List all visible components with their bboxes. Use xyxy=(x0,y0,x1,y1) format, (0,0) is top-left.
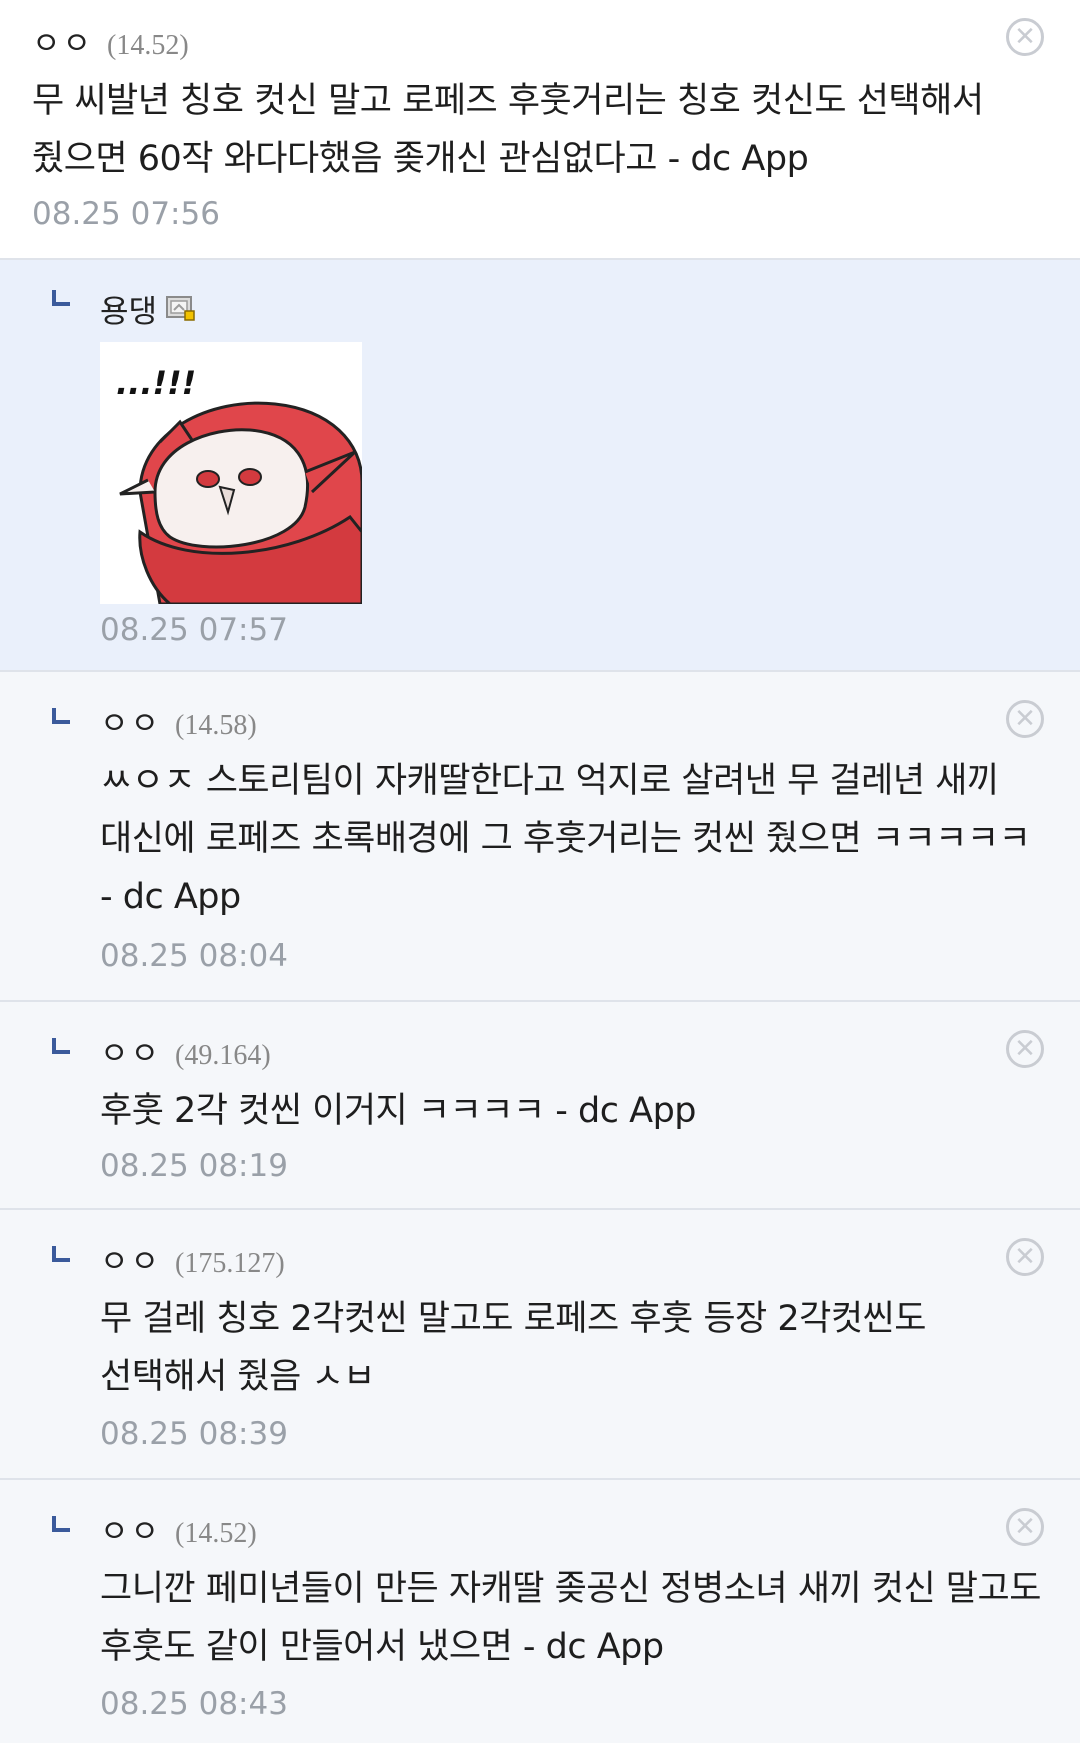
dccon-sticker-image[interactable]: ...!!! xyxy=(100,342,364,606)
comment-time: 08.25 08:04 xyxy=(100,938,288,974)
comment-text: 그니깐 페미년들이 만든 자캐딸 좆공신 정병소녀 새끼 컷신 말고도 후훗도 … xyxy=(100,1569,1041,1667)
comment-nickname[interactable]: ㅇㅇ xyxy=(100,1506,161,1551)
comment-item: ㅇㅇ (49.164) ✕ 후훗 2각 컷씬 이거지 ㅋㅋㅋㅋ - dc App… xyxy=(0,1002,1080,1210)
gallog-badge-icon[interactable] xyxy=(165,294,197,326)
reply-arrow-icon xyxy=(52,1038,70,1054)
comment-header: ㅇㅇ (49.164) xyxy=(100,1028,271,1073)
comment-nickname[interactable]: 용댕 xyxy=(100,286,157,331)
comment-header: ㅇㅇ (14.52) xyxy=(32,18,189,63)
comment-ip: (175.127) xyxy=(175,1248,285,1279)
close-icon[interactable]: ✕ xyxy=(1006,1508,1044,1546)
comment-text: 무 걸레 칭호 2각컷씬 말고도 로페즈 후훗 등장 2각컷씬도 선택해서 줬음… xyxy=(100,1299,926,1397)
comment-time: 08.25 07:57 xyxy=(100,612,288,648)
comment-time: 08.25 08:43 xyxy=(100,1686,288,1722)
reply-arrow-icon xyxy=(52,708,70,724)
comment-nickname[interactable]: ㅇㅇ xyxy=(32,18,93,63)
comment-nickname[interactable]: ㅇㅇ xyxy=(100,698,161,743)
close-icon[interactable]: ✕ xyxy=(1006,1238,1044,1276)
comment-item: 용댕 ...!!! 08.25 07:57 xyxy=(0,260,1080,672)
close-icon[interactable]: ✕ xyxy=(1006,18,1044,56)
comment-item: ㅇㅇ (14.58) ✕ ㅆㅇㅈ 스토리팀이 자캐딸한다고 억지로 살려낸 무 … xyxy=(0,672,1080,1002)
comment-ip: (14.52) xyxy=(175,1518,257,1549)
comment-nickname[interactable]: ㅇㅇ xyxy=(100,1236,161,1281)
comment-ip: (14.58) xyxy=(175,710,257,741)
comment-item: ㅇㅇ (14.52) ✕ 그니깐 페미년들이 만든 자캐딸 좆공신 정병소녀 새… xyxy=(0,1480,1080,1743)
comment-ip: (49.164) xyxy=(175,1040,271,1071)
comment-time: 08.25 08:19 xyxy=(100,1148,288,1184)
comment-text: 후훗 2각 컷씬 이거지 ㅋㅋㅋㅋ - dc App xyxy=(100,1091,697,1131)
comment-item: ㅇㅇ (14.52) ✕ 무 씨발년 칭호 컷신 말고 로페즈 후훗거리는 칭호… xyxy=(0,0,1080,260)
reply-arrow-icon xyxy=(52,1246,70,1262)
comment-header: ㅇㅇ (14.58) xyxy=(100,698,257,743)
comment-header: ㅇㅇ (175.127) xyxy=(100,1236,285,1281)
comment-time: 08.25 07:56 xyxy=(32,196,220,232)
comment-time: 08.25 08:39 xyxy=(100,1416,288,1452)
close-icon[interactable]: ✕ xyxy=(1006,1030,1044,1068)
comment-nickname[interactable]: ㅇㅇ xyxy=(100,1028,161,1073)
comment-item: ㅇㅇ (175.127) ✕ 무 걸레 칭호 2각컷씬 말고도 로페즈 후훗 등… xyxy=(0,1210,1080,1480)
comment-text: ㅆㅇㅈ 스토리팀이 자캐딸한다고 억지로 살려낸 무 걸레년 새끼 대신에 로페… xyxy=(100,761,1031,917)
reply-arrow-icon xyxy=(52,290,70,306)
reply-arrow-icon xyxy=(52,1516,70,1532)
close-icon[interactable]: ✕ xyxy=(1006,700,1044,738)
comment-text: 무 씨발년 칭호 컷신 말고 로페즈 후훗거리는 칭호 컷신도 선택해서 줬으면… xyxy=(32,81,984,179)
comment-ip: (14.52) xyxy=(107,30,189,61)
comment-header: ㅇㅇ (14.52) xyxy=(100,1506,257,1551)
comment-header: 용댕 xyxy=(100,286,197,331)
sticker-text: ...!!! xyxy=(116,364,196,402)
